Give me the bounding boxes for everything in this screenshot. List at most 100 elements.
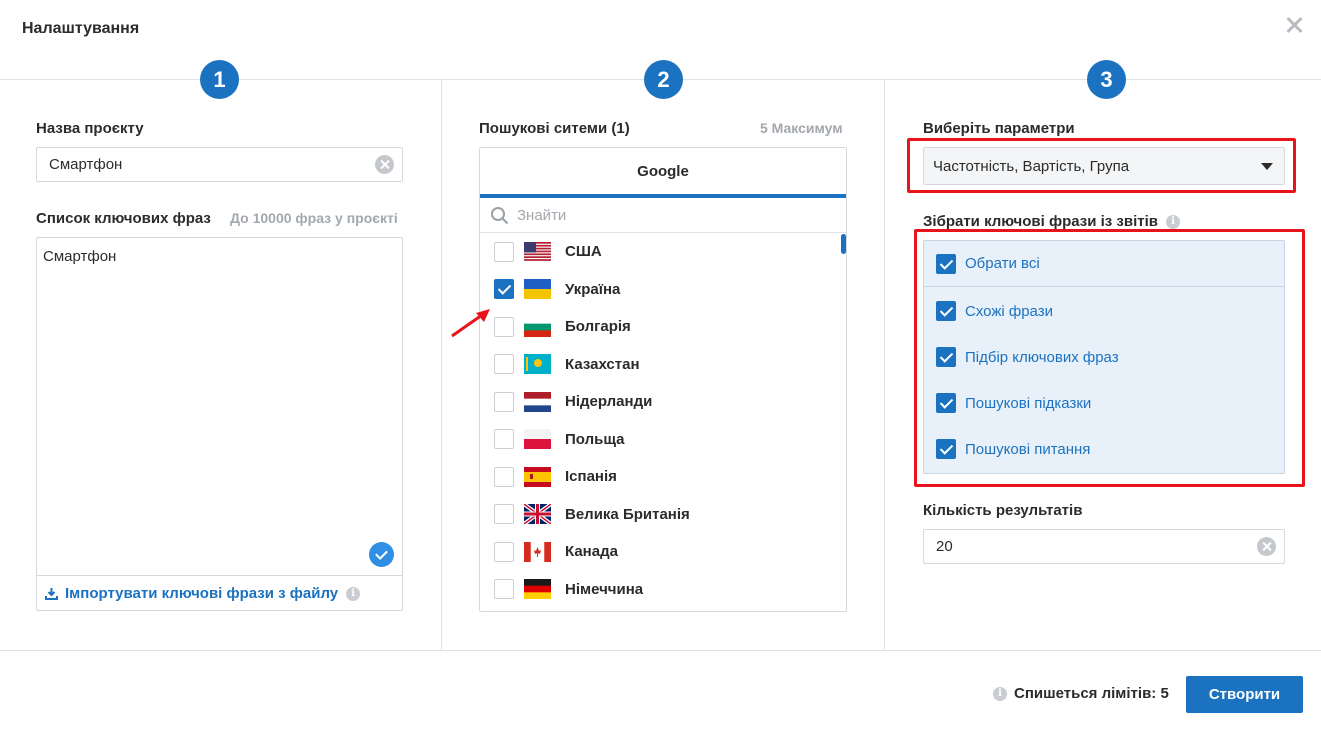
divider <box>884 79 885 651</box>
info-icon[interactable]: i <box>1165 214 1180 229</box>
flag-icon <box>524 391 551 412</box>
country-name: Україна <box>565 280 621 298</box>
params-value: Частотність, Вартість, Група <box>933 157 1130 175</box>
reports-label-wrap: Зібрати ключові фрази із звітів i <box>923 213 1180 230</box>
params-label: Виберіть параметри <box>923 120 1075 137</box>
keywords-hint: До 10000 фраз у проєкті <box>230 210 398 226</box>
keywords-textarea[interactable]: Смартфон Імпортувати ключові фрази з фай… <box>36 237 403 611</box>
country-checkbox[interactable] <box>494 316 514 337</box>
project-name-input[interactable]: Смартфон <box>36 147 403 182</box>
scrollbar[interactable] <box>841 234 846 254</box>
country-item[interactable]: Нідерланди <box>480 383 836 420</box>
engines-label: Пошукові ситеми (1) <box>479 120 630 137</box>
report-checkbox[interactable] <box>936 253 956 274</box>
flag-icon <box>524 541 551 562</box>
step-badge-2: 2 <box>644 60 683 99</box>
flag-icon <box>524 504 551 524</box>
country-checkbox[interactable] <box>494 541 514 562</box>
country-checkbox[interactable] <box>494 466 514 487</box>
country-name: Німеччина <box>565 580 644 598</box>
close-icon[interactable] <box>1281 12 1307 38</box>
flag-icon <box>524 466 551 487</box>
report-item[interactable]: Пошукові підказки <box>924 380 1284 426</box>
flag-icon <box>524 354 551 374</box>
import-keywords-link[interactable]: Імпортувати ключові фрази з файлу i <box>37 575 402 611</box>
keywords-text: Смартфон <box>43 248 117 265</box>
country-name: Іспанія <box>565 468 617 485</box>
info-icon[interactable]: i <box>993 686 1007 701</box>
country-item[interactable]: Болгарія <box>480 308 836 345</box>
report-checkbox[interactable] <box>936 347 956 367</box>
country-name: Нідерланди <box>565 393 653 410</box>
modal-title: Налаштування <box>22 20 140 37</box>
select-all-item[interactable]: Обрати всі <box>924 241 1284 287</box>
clear-icon[interactable] <box>1257 537 1276 556</box>
reports-list: Обрати всі Схожі фрази Підбір ключових фра… <box>923 240 1285 474</box>
country-name: США <box>565 243 602 260</box>
params-select[interactable]: Частотність, Вартість, Група <box>923 147 1285 185</box>
download-icon <box>45 588 58 600</box>
flag-icon <box>524 579 551 599</box>
country-checkbox[interactable] <box>494 241 514 262</box>
limits-text: Спишеться лімітів: 5 <box>1014 685 1169 702</box>
country-checkbox[interactable] <box>494 279 514 299</box>
report-item[interactable]: Пошукові питання <box>924 426 1284 472</box>
country-item[interactable]: Іспанія <box>480 458 836 495</box>
country-name: Велика Британія <box>565 505 690 523</box>
country-checkbox[interactable] <box>494 579 514 599</box>
country-name: Казахстан <box>565 355 640 373</box>
create-button[interactable]: Створити <box>1186 676 1303 713</box>
report-label: Підбір ключових фраз <box>965 348 1119 366</box>
country-item[interactable]: Німеччина <box>480 571 836 608</box>
import-label: Імпортувати ключові фрази з файлу <box>65 585 339 602</box>
settings-modal: Налаштування 1 2 3 Назва проєкту Смартфо… <box>0 0 1321 730</box>
country-name: Польща <box>565 430 625 448</box>
arrow-annotation-icon <box>451 309 490 338</box>
reports-label: Зібрати ключові фрази із звітів <box>923 213 1158 230</box>
country-item[interactable]: Україна <box>480 271 836 308</box>
country-search <box>480 198 846 233</box>
report-label: Пошукові підказки <box>965 394 1092 412</box>
report-label: Пошукові питання <box>965 440 1091 458</box>
country-item[interactable]: Велика Британія <box>480 496 836 533</box>
country-item[interactable]: США <box>480 233 836 270</box>
country-name: Канада <box>565 543 618 560</box>
info-icon[interactable]: i <box>346 586 361 601</box>
report-label: Обрати всі <box>965 255 1040 272</box>
country-name: Болгарія <box>565 318 631 335</box>
country-item[interactable]: Польща <box>480 421 836 458</box>
report-label: Схожі фрази <box>965 302 1053 320</box>
country-item[interactable]: Канада <box>480 533 836 570</box>
tab-google[interactable]: Google <box>480 148 846 198</box>
country-item[interactable]: Казахстан <box>480 346 836 383</box>
step-badge-3: 3 <box>1087 60 1126 99</box>
country-checkbox[interactable] <box>494 504 514 524</box>
report-checkbox[interactable] <box>936 301 956 321</box>
results-value: 20 <box>936 538 953 555</box>
divider <box>0 650 1321 651</box>
check-circle-icon <box>369 542 394 567</box>
flag-icon <box>524 429 551 449</box>
country-search-input[interactable] <box>517 206 817 224</box>
country-checkbox[interactable] <box>494 429 514 449</box>
country-checkbox[interactable] <box>494 354 514 374</box>
results-count-input[interactable]: 20 <box>923 529 1285 564</box>
project-name-value: Смартфон <box>49 156 123 173</box>
country-checkbox[interactable] <box>494 391 514 412</box>
flag-icon <box>524 241 551 262</box>
divider <box>441 79 442 651</box>
flag-icon <box>524 316 551 337</box>
engines-hint: 5 Максимум <box>760 120 843 136</box>
project-name-label: Назва проєкту <box>36 120 144 137</box>
engine-box: Google США Україна Болгарія Казахстан Нідерл… <box>479 147 847 612</box>
clear-icon[interactable] <box>375 155 394 174</box>
search-icon <box>491 206 509 224</box>
report-checkbox[interactable] <box>936 439 956 459</box>
report-item[interactable]: Підбір ключових фраз <box>924 334 1284 380</box>
flag-icon <box>524 279 551 299</box>
report-checkbox[interactable] <box>936 393 956 413</box>
caret-down-icon <box>1261 163 1273 170</box>
results-label: Кількість результатів <box>923 502 1083 519</box>
step-badge-1: 1 <box>200 60 239 99</box>
report-item[interactable]: Схожі фрази <box>924 288 1284 334</box>
